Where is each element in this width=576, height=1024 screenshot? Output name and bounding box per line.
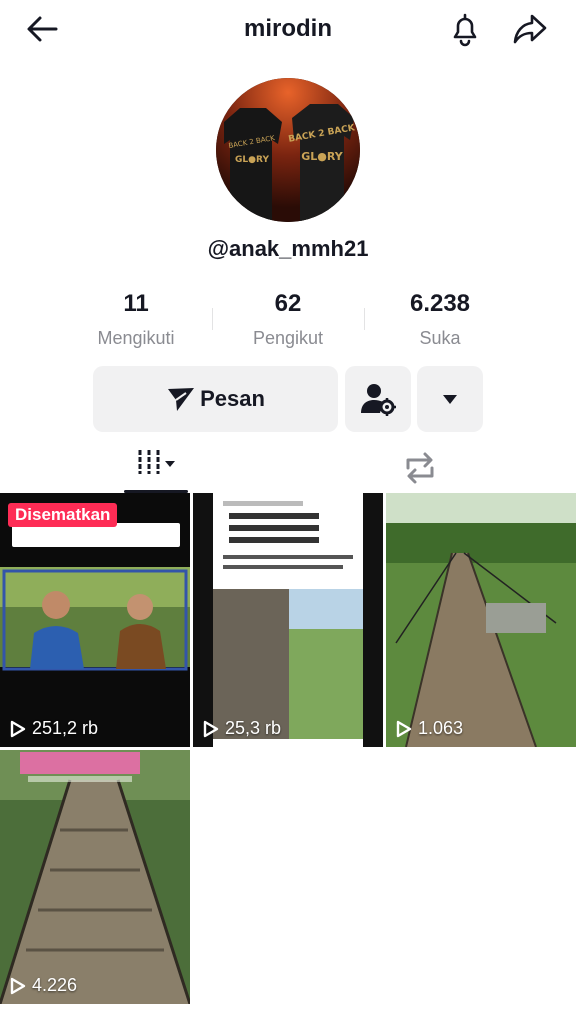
stat-label: Suka (419, 328, 461, 348)
video-thumbnail[interactable]: 1.063 (386, 493, 576, 747)
video-thumbnail[interactable]: 25,3 rb (193, 493, 383, 747)
stat-followers[interactable]: 62 Pengikut (212, 290, 364, 350)
caret-down-icon (443, 395, 457, 404)
pinned-badge: Disematkan (8, 503, 118, 527)
user-settings-icon (361, 384, 396, 416)
thumbnail-image (386, 493, 576, 747)
thumbnail-image (193, 493, 383, 747)
view-count: 1.063 (396, 718, 463, 739)
avatar-image: BACK 2 BACK GL●RY BACK 2 BACK GL●RY (216, 78, 360, 222)
play-icon (203, 720, 219, 737)
view-count: 25,3 rb (203, 718, 281, 739)
svg-text:GL●RY: GL●RY (235, 155, 269, 165)
video-thumbnail[interactable]: Disematkan 251,2 rb (0, 493, 190, 747)
view-count-value: 4.226 (32, 975, 78, 995)
grid-bars-icon (138, 450, 175, 474)
stat-value: 11 (123, 290, 149, 317)
view-count: 4.226 (10, 975, 77, 996)
avatar[interactable]: BACK 2 BACK GL●RY BACK 2 BACK GL●RY (216, 78, 360, 222)
play-icon (10, 977, 26, 994)
view-count-value: 1.063 (418, 718, 464, 738)
play-icon (10, 720, 26, 737)
send-icon (168, 388, 195, 411)
suggested-accounts-button[interactable] (417, 366, 483, 432)
stat-value: 6.238 (409, 290, 471, 317)
stat-likes[interactable]: 6.238 Suka (364, 290, 516, 350)
username-handle: @anak_mmh21 (207, 236, 369, 261)
stat-value: 62 (274, 290, 302, 317)
repost-icon (406, 452, 434, 484)
tab-videos[interactable] (124, 446, 188, 493)
svg-text:GL●RY: GL●RY (301, 150, 344, 163)
view-count-value: 25,3 rb (225, 718, 282, 738)
thumbnail-image (0, 493, 190, 747)
thumbnail-image (0, 750, 190, 1004)
share-button[interactable] (510, 10, 550, 48)
profile-stats: 11 Mengikuti 62 Pengikut 6.238 Suka (60, 290, 516, 350)
top-bar: mirodin (0, 0, 576, 58)
tab-reposts[interactable] (400, 448, 440, 488)
page-title: mirodin (244, 15, 332, 42)
profile-tabs (0, 440, 576, 493)
video-thumbnail[interactable]: 4.226 (0, 750, 190, 1004)
message-button[interactable]: Pesan (93, 366, 338, 432)
share-icon (513, 14, 547, 44)
view-count-value: 251,2 rb (32, 718, 99, 738)
message-button-label: Pesan (200, 386, 265, 411)
follow-settings-button[interactable] (345, 366, 411, 432)
stat-following[interactable]: 11 Mengikuti (60, 290, 212, 350)
play-icon (396, 720, 412, 737)
bell-icon (453, 13, 477, 47)
stat-label: Mengikuti (97, 328, 175, 348)
notification-button[interactable] (446, 10, 484, 48)
view-count: 251,2 rb (10, 718, 98, 739)
stat-label: Pengikut (252, 328, 324, 348)
